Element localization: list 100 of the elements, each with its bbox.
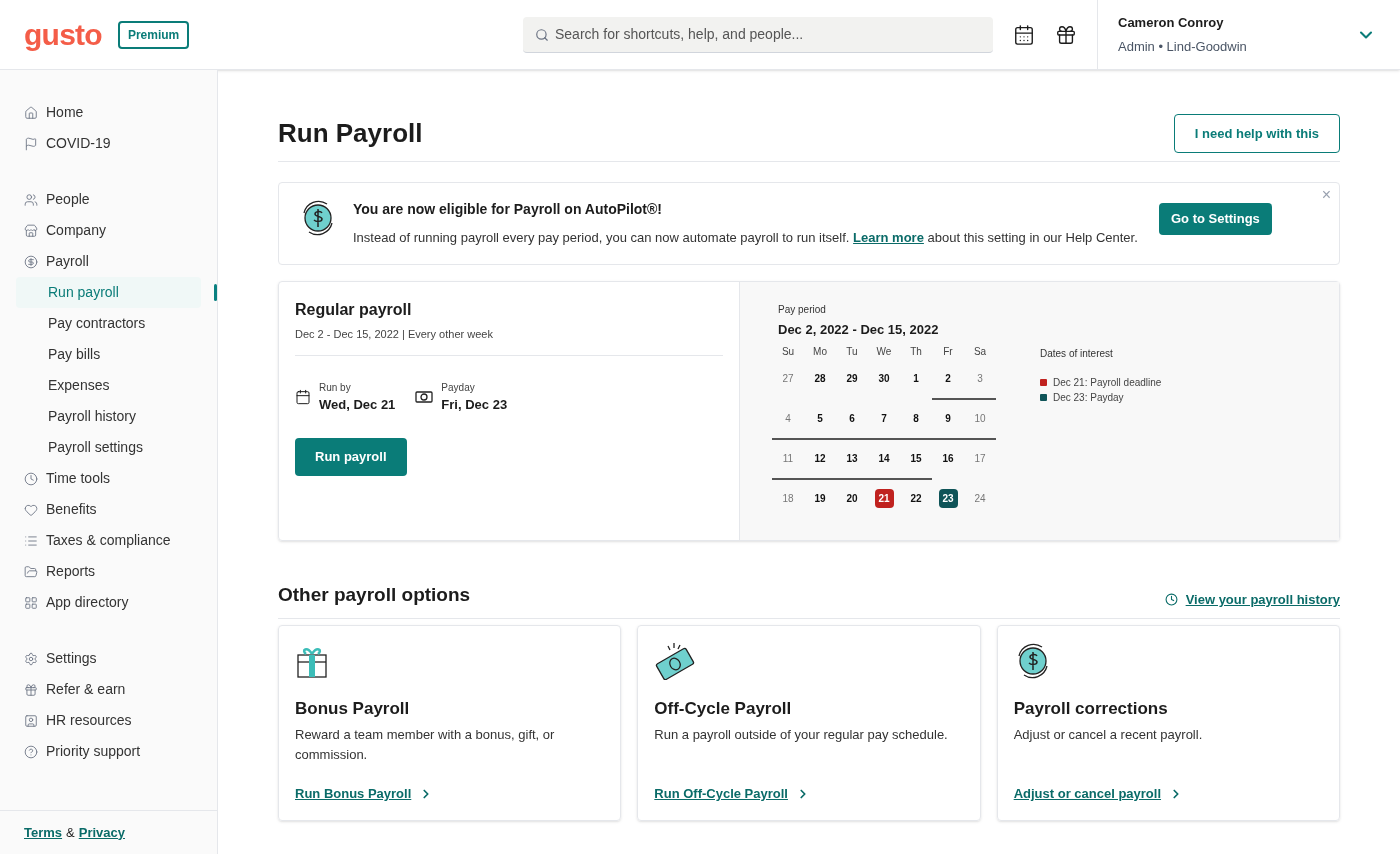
clock-icon <box>1164 593 1178 607</box>
gear-icon <box>24 651 38 666</box>
flag-icon <box>24 136 38 151</box>
heart-icon <box>24 502 38 517</box>
sidebar-item[interactable]: Refer & earn <box>16 674 201 705</box>
calendar-icon <box>1013 23 1035 46</box>
weekday-label: Su <box>780 344 796 359</box>
sidebar-item[interactable]: Time tools <box>16 463 201 494</box>
legend-title: Dates of interest <box>1040 347 1114 361</box>
folder-icon <box>24 564 38 579</box>
calendar-day: 5 <box>810 409 830 428</box>
payroll-history-link[interactable]: View your payroll history <box>1164 590 1340 610</box>
sidebar-item[interactable]: Company <box>16 215 201 246</box>
date-label: Payday <box>441 380 476 395</box>
date-label: Run by <box>319 380 352 395</box>
page-title: Run Payroll <box>278 117 423 150</box>
banner-text: Instead of running payroll every pay period, you can now automate payroll to run itself. Learn more about this setting in our Help Center. <box>353 229 1139 247</box>
calendar-day: 14 <box>874 449 894 468</box>
id-card-icon <box>24 713 38 728</box>
date-value: Wed, Dec 21 <box>319 395 396 414</box>
calendar-day: 8 <box>906 409 926 428</box>
calendar-day: 13 <box>842 449 862 468</box>
calendar-day: 4 <box>778 409 798 428</box>
pay-period-label: Pay period <box>778 303 827 317</box>
card-title: Off-Cycle Payroll <box>654 697 793 720</box>
gift-icon <box>1055 23 1077 46</box>
sidebar-item[interactable]: HR resources <box>16 705 201 736</box>
sidebar-item[interactable]: Expenses <box>16 370 201 401</box>
help-icon <box>24 744 38 759</box>
calendar-day: 2 <box>938 369 958 388</box>
calendar-day: 24 <box>970 489 990 508</box>
sidebar-item[interactable]: Pay bills <box>16 339 201 370</box>
separator: & <box>66 823 75 842</box>
weekday-label: Tu <box>845 344 859 359</box>
card-title: Payroll corrections <box>1013 697 1169 720</box>
cash-drawing <box>654 641 697 680</box>
pay-period-range: Dec 2, 2022 - Dec 15, 2022 <box>778 321 940 339</box>
learn-more-link[interactable]: Learn more <box>853 230 924 245</box>
banner-title: You are now eligible for Payroll on AutoPilot®! <box>353 200 663 219</box>
sidebar-item[interactable]: Priority support <box>16 736 201 767</box>
sidebar-item[interactable]: Home <box>16 97 201 128</box>
calendar-day: 12 <box>810 449 830 468</box>
sidebar-item[interactable]: People <box>16 184 201 215</box>
calendar-day: 23 <box>938 489 958 508</box>
active-indicator <box>214 284 217 301</box>
sidebar-item[interactable]: Payroll history <box>16 401 201 432</box>
card-title: Regular payroll <box>295 300 413 320</box>
card-link[interactable]: Run Bonus Payroll <box>295 784 605 804</box>
sidebar-item[interactable]: Payroll settings <box>16 432 201 463</box>
weekday-label: Th <box>909 344 923 359</box>
calendar-day: 28 <box>810 369 830 388</box>
card-link[interactable]: Run Off-Cycle Payroll <box>654 784 964 804</box>
section-title: Other payroll options <box>278 583 471 607</box>
card-link[interactable]: Adjust or cancel payroll <box>1013 784 1323 804</box>
sidebar-item[interactable]: COVID-19 <box>16 128 201 159</box>
calendar-day: 15 <box>906 449 926 468</box>
card-subtitle: Dec 2 - Dec 15, 2022 | Every other week <box>295 326 723 356</box>
calendar-day: 27 <box>778 369 798 388</box>
legend-text: Dec 21: Payroll deadline <box>1053 376 1162 390</box>
card-text: Reward a team member with a bonus, gift, or commission. <box>295 726 556 764</box>
card-title: Bonus Payroll <box>295 697 411 720</box>
sidebar-item[interactable]: Benefits <box>16 494 201 525</box>
calendar-day: 18 <box>778 489 798 508</box>
search-field[interactable]: Search for shortcuts, help, and people... <box>523 16 993 53</box>
help-button[interactable]: I need help with this <box>1173 114 1340 153</box>
privacy-link[interactable]: Privacy <box>78 822 125 842</box>
weekday-label: Sa <box>972 344 988 359</box>
weekday-label: Mo <box>812 344 828 359</box>
calendar-day: 21 <box>874 489 894 508</box>
sidebar-item[interactable]: Settings <box>16 643 201 674</box>
calendar-day: 17 <box>970 449 990 468</box>
run-payroll-button[interactable]: Run payroll <box>295 438 407 476</box>
calendar-day: 1 <box>906 369 926 388</box>
sidebar-item[interactable]: Run payroll <box>16 277 201 308</box>
user-name: Cameron Conroy <box>1118 14 1225 32</box>
calendar-day: 3 <box>970 369 990 388</box>
user-role: Admin • Lind-Goodwin <box>1118 37 1247 56</box>
dollar-icon <box>24 254 38 269</box>
sidebar-item[interactable]: App directory <box>16 587 201 618</box>
calendar-day: 11 <box>778 449 798 468</box>
card-text: Adjust or cancel a recent payroll. <box>1013 726 1204 744</box>
sidebar-item[interactable]: Payroll <box>16 246 201 277</box>
clock-icon <box>24 471 38 486</box>
weekday-label: We <box>875 344 893 359</box>
calendar-day: 30 <box>874 369 894 388</box>
list-icon <box>24 533 38 548</box>
calendar-day: 7 <box>874 409 894 428</box>
search-icon <box>535 27 549 42</box>
calendar-day: 10 <box>970 409 990 428</box>
gift-icon <box>24 682 38 697</box>
go-to-settings-button[interactable]: Go to Settings <box>1159 203 1272 235</box>
sidebar-item[interactable]: Reports <box>16 556 201 587</box>
sidebar-item[interactable]: Pay contractors <box>16 308 201 339</box>
cash-icon <box>415 389 434 404</box>
calendar-day: 16 <box>938 449 958 468</box>
calendar-day: 6 <box>842 409 862 428</box>
calendar-day: 29 <box>842 369 862 388</box>
sidebar-item[interactable]: Taxes & compliance <box>16 525 201 556</box>
calendar-day: 22 <box>906 489 926 508</box>
terms-link[interactable]: Terms <box>24 822 63 842</box>
